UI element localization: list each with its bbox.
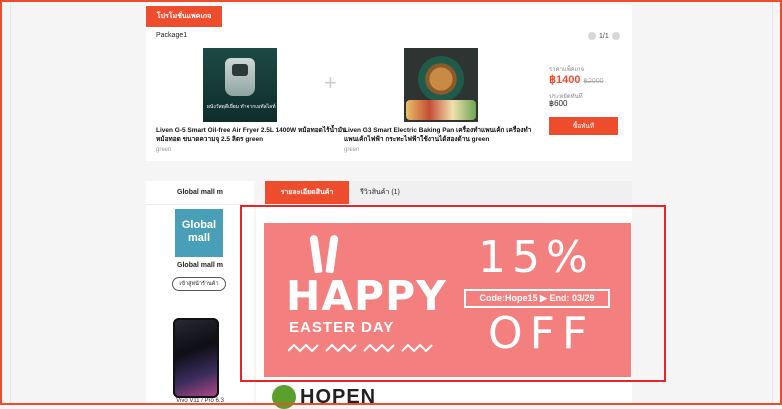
tab-reviews[interactable]: รีวิวสินค้า (1) [355,181,405,204]
product1-image[interactable]: ผนังวัสดุดีเยี่ยม ทำจากเมทัลไลท์ [203,48,277,122]
phone-product-image[interactable] [173,318,219,398]
shop-logo[interactable]: Global mall [175,209,223,257]
pager-text: 1/1 [599,32,609,40]
pager-next-icon[interactable] [611,32,620,40]
baking-pan-graphic [418,56,464,102]
highlight-box [240,205,666,382]
package-label: Package1 [156,32,188,39]
shop-logo-line1: Global [181,219,217,231]
product2-name[interactable]: Liven G3 Smart Electric Baking Pan เครื่… [344,126,540,144]
visit-shop-button[interactable]: เข้าสู่หน้าร้านค้า [172,277,226,291]
tab-product-details[interactable]: รายละเอียดสินค้า [265,181,349,204]
shop-logo-line2: mall [187,232,210,244]
shop-name: Global mall m [177,262,223,269]
product1-variant: green [156,147,172,153]
save-value: ฿600 [549,99,568,108]
right-edge [772,0,773,405]
plus-icon: + [324,70,337,95]
pager-prev-icon[interactable] [588,32,596,40]
product1-image-caption: ผนังวัสดุดีเยี่ยม ทำจากเมทัลไลท์ [207,104,276,110]
price-value: ฿1400 [549,74,581,86]
food-graphic [406,100,476,120]
air-fryer-graphic [225,58,255,96]
package-pager: 1/1 [588,32,620,40]
brand-strip: HOPEN [272,384,376,409]
phone-product-label[interactable]: Vivo V11 / Pro 6.3 [146,398,254,404]
brand-text: HOPEN [300,386,377,408]
product2-variant: green [344,147,360,153]
price-old: ฿2000 [583,78,604,85]
buy-now-button[interactable]: ซื้อทันที [549,117,618,135]
bundle-price: ฿1400 ฿2000 [549,73,604,86]
left-edge [10,0,11,405]
product2-image[interactable] [404,48,478,122]
bundle-tab[interactable]: โปรโมชั่นแพคเกจ [146,6,222,27]
shop-header: Global mall m [146,181,254,205]
product1-name[interactable]: Liven G-5 Smart Oil-free Air Fryer 2.5L … [156,126,352,144]
